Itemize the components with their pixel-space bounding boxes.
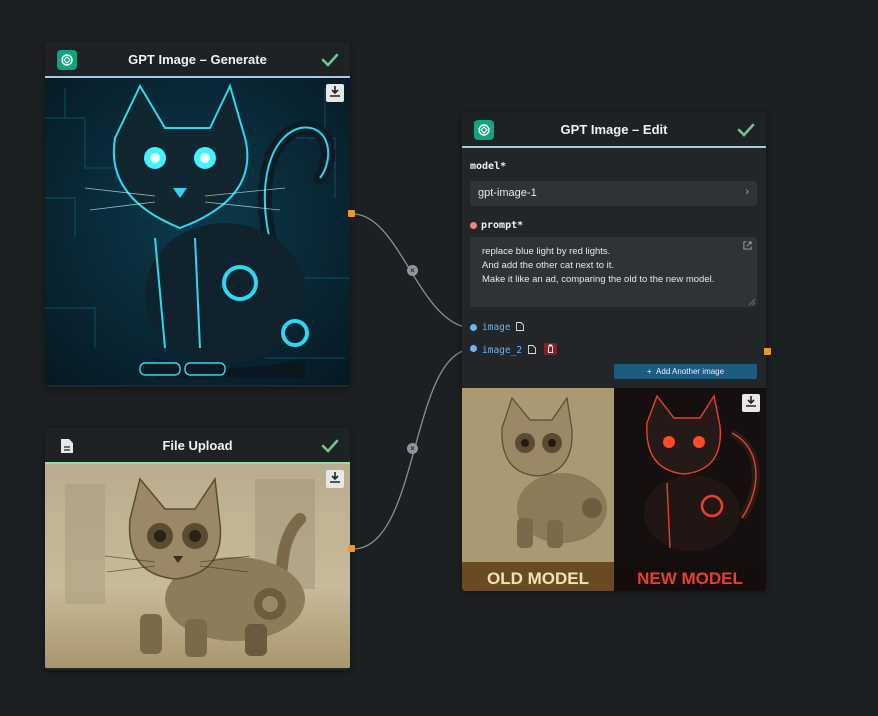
openai-icon <box>474 120 494 140</box>
caption-new-model: NEW MODEL <box>637 569 743 588</box>
download-button[interactable] <box>326 84 344 102</box>
node-title: GPT Image – Generate <box>128 51 267 67</box>
image-2-input-dot[interactable] <box>470 345 477 352</box>
download-button[interactable] <box>742 394 760 412</box>
prompt-line-2: And add the other cat next to it. <box>482 260 615 271</box>
node-header[interactable]: File Upload <box>45 428 350 464</box>
download-icon <box>329 84 341 102</box>
resize-grip-icon[interactable] <box>749 299 755 305</box>
edited-result-image: OLD MODEL NEW MODEL <box>462 388 766 591</box>
node-file-upload[interactable]: File Upload <box>45 428 350 670</box>
plus-icon: + <box>646 367 652 376</box>
workflow-canvas[interactable]: × × GPT Image – Generate File Upload GPT… <box>0 0 878 716</box>
add-another-image-button[interactable]: + Add Another image <box>614 364 757 379</box>
required-mark: * <box>517 220 524 231</box>
output-port-edit[interactable] <box>764 348 771 355</box>
generated-image <box>45 78 350 385</box>
image-2-input-label: image_2 <box>482 343 557 356</box>
output-port-generate[interactable] <box>348 210 355 217</box>
delete-input-button[interactable] <box>543 343 557 355</box>
image-input-label: image <box>482 322 525 333</box>
check-icon <box>321 439 339 453</box>
file-icon <box>527 345 536 354</box>
prompt-input-dot[interactable] <box>470 222 477 229</box>
output-port-upload[interactable] <box>348 545 355 552</box>
reroute-dot-2[interactable]: × <box>407 443 418 454</box>
required-mark: * <box>500 161 507 172</box>
chevron-right-icon: › <box>745 186 749 198</box>
prompt-textarea[interactable]: replace blue light by red lights. And ad… <box>470 237 757 307</box>
check-icon <box>737 123 755 137</box>
node-gpt-image-edit[interactable]: GPT Image – Edit model* gpt-image-1 › pr… <box>462 112 766 591</box>
prompt-label-text: prompt <box>481 220 518 231</box>
check-icon <box>321 53 339 67</box>
image-input-dot[interactable] <box>470 324 477 331</box>
caption-old-model: OLD MODEL <box>487 569 589 588</box>
file-icon <box>516 322 525 331</box>
uploaded-image <box>45 464 350 668</box>
node-header[interactable]: GPT Image – Edit <box>462 112 766 148</box>
model-label: model* <box>470 161 506 172</box>
model-value: gpt-image-1 <box>478 187 537 199</box>
node-title: GPT Image – Edit <box>560 121 668 137</box>
download-button[interactable] <box>326 470 344 488</box>
external-link-icon[interactable] <box>743 241 752 250</box>
prompt-line-1: replace blue light by red lights. <box>482 246 611 257</box>
node-title: File Upload <box>162 437 233 453</box>
download-icon <box>329 470 341 488</box>
image-2-input-text: image_2 <box>482 345 523 356</box>
model-label-text: model <box>470 161 501 172</box>
openai-icon <box>57 50 77 70</box>
node-gpt-image-generate[interactable]: GPT Image – Generate <box>45 42 350 387</box>
image-input-text: image <box>482 322 511 333</box>
add-another-image-label: Add Another image <box>656 367 725 376</box>
prompt-label: prompt* <box>481 220 523 231</box>
model-select[interactable]: gpt-image-1 › <box>470 181 757 206</box>
node-header[interactable]: GPT Image – Generate <box>45 42 350 78</box>
reroute-dot-1[interactable]: × <box>407 265 418 276</box>
prompt-line-3: Make it like an ad, comparing the old to… <box>482 274 715 285</box>
download-icon <box>745 394 757 412</box>
file-icon <box>57 436 77 456</box>
trash-icon <box>547 344 553 353</box>
